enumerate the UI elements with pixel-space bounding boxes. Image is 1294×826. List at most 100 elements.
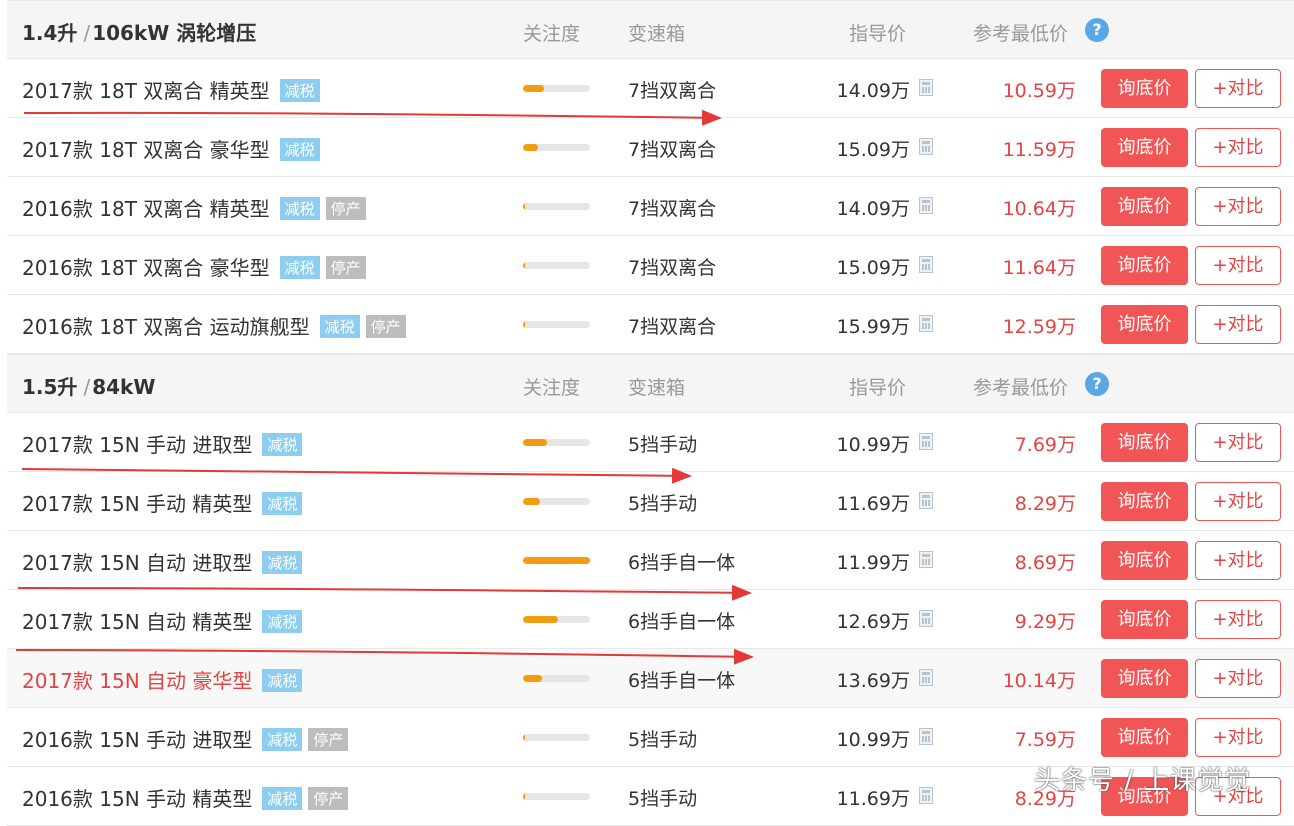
model-name-text[interactable]: 2017款 18T 双离合 精英型	[22, 79, 270, 103]
compare-button[interactable]: +对比	[1195, 600, 1281, 639]
compare-button[interactable]: +对比	[1195, 718, 1281, 757]
attention-bar-fill	[523, 793, 525, 800]
attention-bar	[523, 616, 590, 623]
guide-price: 12.69万	[836, 611, 910, 633]
attention-bar-fill	[523, 144, 538, 151]
model-name-text[interactable]: 2016款 18T 双离合 豪华型	[22, 256, 270, 280]
model-name[interactable]: 2017款 18T 双离合 豪华型 减税	[22, 134, 320, 163]
model-name[interactable]: 2016款 18T 双离合 精英型 减税 停产	[22, 193, 366, 222]
ask-price-button[interactable]: 询底价	[1101, 187, 1188, 226]
ask-price-button[interactable]: 询底价	[1101, 128, 1188, 167]
attention-bar-fill	[523, 85, 545, 92]
compare-button[interactable]: +对比	[1195, 69, 1281, 108]
ask-price-button[interactable]: 询底价	[1101, 482, 1188, 521]
model-name[interactable]: 2017款 15N 手动 精英型 减税	[22, 488, 303, 517]
calculator-icon[interactable]	[919, 669, 933, 686]
attention-bar	[523, 498, 590, 505]
compare-button[interactable]: +对比	[1195, 128, 1281, 167]
reference-lowest-price: 7.59万	[1014, 729, 1076, 751]
tax-cut-badge: 减税	[262, 433, 303, 456]
gearbox-value: 7挡双离合	[628, 80, 717, 102]
model-row: 2017款 15N 自动 精英型 减税 6挡手自一体 12.69万 9.29万 询底价 +对…	[7, 590, 1294, 649]
calculator-icon[interactable]	[919, 315, 933, 332]
model-name-text[interactable]: 2016款 15N 手动 进取型	[22, 728, 252, 752]
reference-lowest-price: 9.29万	[1014, 611, 1076, 633]
calculator-icon[interactable]	[919, 197, 933, 214]
compare-button[interactable]: +对比	[1195, 246, 1281, 285]
compare-button[interactable]: +对比	[1195, 482, 1281, 521]
model-name-text[interactable]: 2017款 15N 手动 进取型	[22, 433, 252, 457]
ask-price-button[interactable]: 询底价	[1101, 69, 1188, 108]
calculator-icon[interactable]	[919, 728, 933, 745]
guide-price: 15.09万	[836, 139, 910, 161]
calculator-icon[interactable]	[919, 551, 933, 568]
title-separator: /	[83, 21, 91, 45]
calculator-icon[interactable]	[919, 787, 933, 804]
model-name[interactable]: 2016款 15N 手动 进取型 减税 停产	[22, 724, 349, 753]
model-row: 2016款 18T 双离合 豪华型 减税 停产 7挡双离合 15.09万 11.64万 询底…	[7, 236, 1294, 295]
guide-price: 10.99万	[836, 434, 910, 456]
ask-price-button[interactable]: 询底价	[1101, 541, 1188, 580]
column-header-gearbox: 变速箱	[628, 377, 686, 399]
model-name[interactable]: 2017款 15N 自动 精英型 减税	[22, 606, 303, 635]
model-name[interactable]: 2017款 18T 双离合 精英型 减税	[22, 75, 320, 104]
ask-price-button[interactable]: 询底价	[1101, 305, 1188, 344]
attention-bar	[523, 793, 590, 800]
model-row: 2016款 18T 双离合 精英型 减税 停产 7挡双离合 14.09万 10.64万 询底…	[7, 177, 1294, 236]
model-name[interactable]: 2016款 15N 手动 精英型 减税 停产	[22, 783, 349, 812]
model-row: 2017款 15N 手动 精英型 减税 5挡手动 11.69万 8.29万 询底价 +对比	[7, 472, 1294, 531]
model-row: 2017款 15N 手动 进取型 减税 5挡手动 10.99万 7.69万 询底价 +对比	[7, 413, 1294, 472]
model-name-text[interactable]: 2017款 18T 双离合 豪华型	[22, 138, 270, 162]
compare-button[interactable]: +对比	[1195, 541, 1281, 580]
column-header-gearbox: 变速箱	[628, 23, 686, 45]
compare-button[interactable]: +对比	[1195, 659, 1281, 698]
discontinued-badge: 停产	[325, 256, 366, 279]
model-name-text[interactable]: 2017款 15N 自动 精英型	[22, 610, 252, 634]
ask-price-button[interactable]: 询底价	[1101, 659, 1188, 698]
engine-group-header: 1.5升/84kW 关注度 变速箱 指导价 参考最低价?	[7, 354, 1294, 413]
model-name[interactable]: 2017款 15N 自动 豪华型 减税	[22, 665, 303, 694]
calculator-icon[interactable]	[919, 492, 933, 509]
help-icon[interactable]: ?	[1085, 18, 1109, 42]
guide-price: 14.09万	[836, 80, 910, 102]
reference-lowest-price: 10.59万	[1002, 80, 1076, 102]
calculator-icon[interactable]	[919, 79, 933, 96]
guide-price: 14.09万	[836, 198, 910, 220]
model-name[interactable]: 2017款 15N 手动 进取型 减税	[22, 429, 303, 458]
ask-price-button[interactable]: 询底价	[1101, 246, 1188, 285]
calculator-icon[interactable]	[919, 256, 933, 273]
gearbox-value: 7挡双离合	[628, 257, 717, 279]
model-name-text[interactable]: 2017款 15N 自动 豪华型	[22, 669, 252, 693]
model-name-text[interactable]: 2016款 18T 双离合 精英型	[22, 197, 270, 221]
reference-lowest-price: 7.69万	[1014, 434, 1076, 456]
model-name-text[interactable]: 2016款 18T 双离合 运动旗舰型	[22, 315, 310, 339]
attention-bar-fill	[523, 321, 525, 328]
model-name[interactable]: 2016款 18T 双离合 豪华型 减税 停产	[22, 252, 366, 281]
model-name[interactable]: 2016款 18T 双离合 运动旗舰型 减税 停产	[22, 311, 406, 340]
model-name-text[interactable]: 2016款 15N 手动 精英型	[22, 787, 252, 811]
attention-bar	[523, 262, 590, 269]
help-icon[interactable]: ?	[1085, 372, 1109, 396]
ask-price-button[interactable]: 询底价	[1101, 423, 1188, 462]
calculator-icon[interactable]	[919, 610, 933, 627]
discontinued-badge: 停产	[308, 728, 349, 751]
ask-price-button[interactable]: 询底价	[1101, 718, 1188, 757]
compare-button[interactable]: +对比	[1195, 423, 1281, 462]
model-name-text[interactable]: 2017款 15N 手动 精英型	[22, 492, 252, 516]
attention-bar-fill	[523, 616, 558, 623]
gearbox-value: 7挡双离合	[628, 316, 717, 338]
compare-button[interactable]: +对比	[1195, 187, 1281, 226]
calculator-icon[interactable]	[919, 433, 933, 450]
tax-cut-badge: 减税	[279, 256, 320, 279]
calculator-icon[interactable]	[919, 138, 933, 155]
model-price-list: 1.4升/106kW 涡轮增压 关注度 变速箱 指导价 参考最低价? 2017款 18T …	[7, 0, 1294, 826]
column-header-guide-price: 指导价	[849, 23, 907, 45]
guide-price: 11.69万	[836, 493, 910, 515]
model-name-text[interactable]: 2017款 15N 自动 进取型	[22, 551, 252, 575]
discontinued-badge: 停产	[365, 315, 406, 338]
ask-price-button[interactable]: 询底价	[1101, 600, 1188, 639]
model-name[interactable]: 2017款 15N 自动 进取型 减税	[22, 547, 303, 576]
compare-button[interactable]: +对比	[1195, 305, 1281, 344]
reference-lowest-price: 8.29万	[1014, 493, 1076, 515]
attention-bar-fill	[523, 675, 542, 682]
